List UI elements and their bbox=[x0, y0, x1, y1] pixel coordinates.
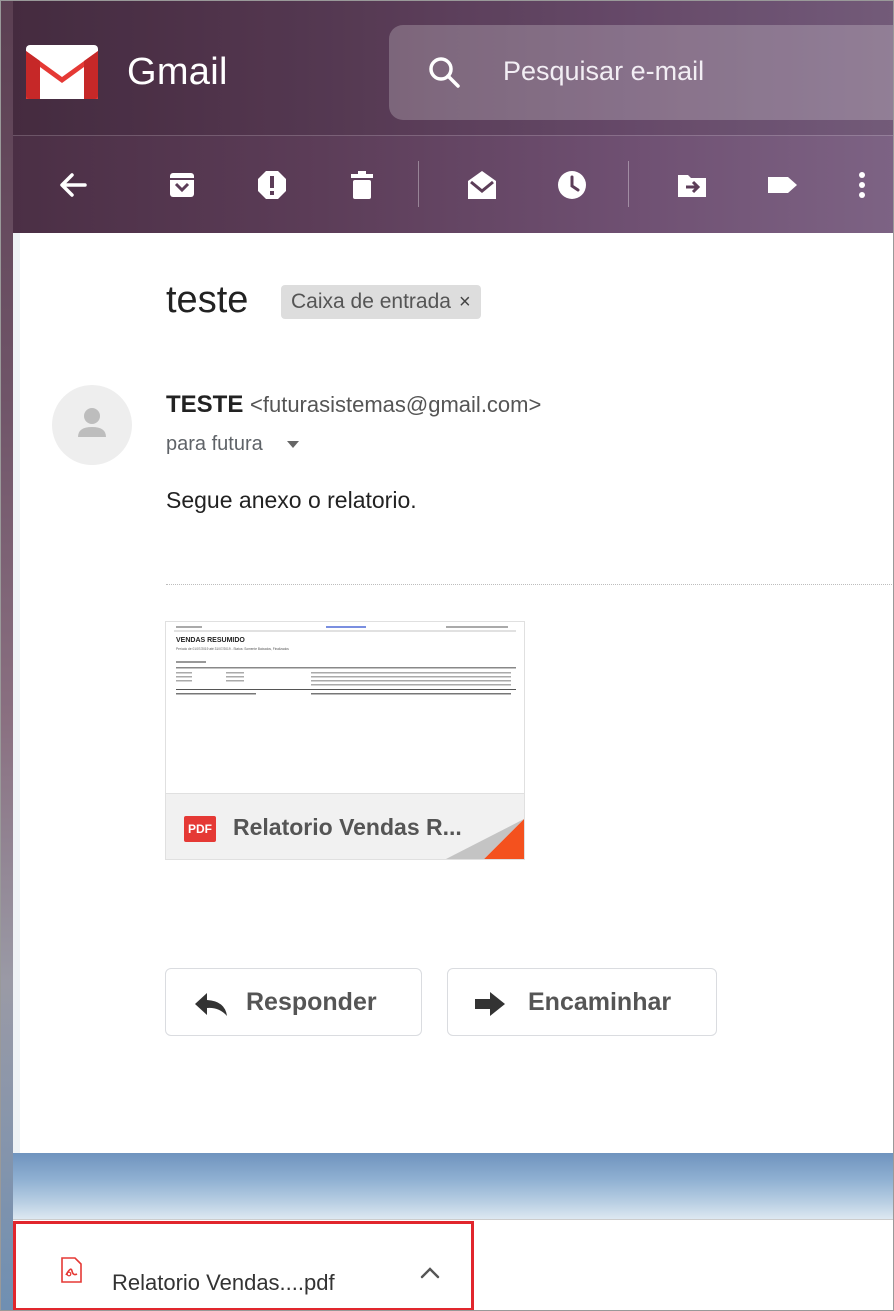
label-chip-text: Caixa de entrada bbox=[291, 290, 451, 313]
search-icon[interactable] bbox=[427, 55, 461, 89]
search-bar[interactable]: Pesquisar e-mail bbox=[389, 25, 893, 120]
remove-label-icon[interactable]: × bbox=[459, 291, 471, 313]
search-input[interactable]: Pesquisar e-mail bbox=[503, 56, 704, 87]
delete-icon[interactable] bbox=[344, 167, 380, 203]
gmail-brand[interactable]: Gmail bbox=[127, 51, 228, 94]
background-strip bbox=[1, 1, 13, 1310]
reply-button[interactable]: Responder bbox=[165, 968, 422, 1036]
label-icon[interactable] bbox=[764, 167, 800, 203]
email-body: Segue anexo o relatorio. bbox=[166, 487, 417, 513]
preview-heading: VENDAS RESUMIDO bbox=[176, 637, 245, 644]
gmail-logo-icon[interactable] bbox=[26, 45, 98, 99]
reply-label: Responder bbox=[246, 988, 377, 1016]
attachment-footer[interactable]: PDF Relatorio Vendas R... bbox=[166, 794, 524, 859]
mark-unread-icon[interactable] bbox=[464, 167, 500, 203]
forward-icon bbox=[475, 992, 505, 1016]
pdf-icon: PDF bbox=[184, 816, 216, 842]
show-details-icon[interactable] bbox=[286, 441, 299, 449]
email-subject: teste bbox=[166, 279, 249, 321]
recipient-text: para futura bbox=[166, 433, 263, 455]
attachment-card[interactable]: VENDAS RESUMIDO Período de 01/07/2019 at… bbox=[165, 621, 525, 860]
sender-email: <futurasistemas@gmail.com> bbox=[250, 392, 542, 417]
snooze-icon[interactable] bbox=[554, 167, 590, 203]
page-fold-icon bbox=[446, 819, 524, 859]
reply-icon bbox=[195, 993, 227, 1016]
pdf-file-icon bbox=[61, 1257, 82, 1283]
gmail-header: Gmail Pesquisar e-mail bbox=[13, 1, 893, 233]
attachment-preview[interactable]: VENDAS RESUMIDO Período de 01/07/2019 at… bbox=[166, 622, 524, 794]
person-icon bbox=[78, 408, 106, 437]
sender-line: TESTE <futurasistemas@gmail.com> bbox=[166, 391, 541, 419]
chevron-up-icon[interactable] bbox=[419, 1264, 441, 1280]
download-filename[interactable]: Relatorio Vendas....pdf bbox=[112, 1270, 335, 1296]
move-to-icon[interactable] bbox=[674, 167, 710, 203]
forward-label: Encaminhar bbox=[528, 988, 672, 1016]
browser-window: Gmail Pesquisar e-mail teste Caixa de en… bbox=[0, 0, 894, 1311]
report-spam-icon[interactable] bbox=[254, 167, 290, 203]
background-scenery bbox=[13, 1153, 893, 1219]
attachment-filename[interactable]: Relatorio Vendas R... bbox=[233, 814, 462, 841]
message-card: teste Caixa de entrada × TESTE <futurasis… bbox=[20, 233, 893, 1153]
label-chip-inbox[interactable]: Caixa de entrada × bbox=[281, 285, 481, 319]
sender-name[interactable]: TESTE bbox=[166, 391, 243, 418]
attachment-divider bbox=[166, 584, 893, 585]
forward-button[interactable]: Encaminhar bbox=[447, 968, 717, 1036]
preview-subheading: Período de 01/07/2019 até 31/07/2019 - S… bbox=[176, 647, 289, 651]
recipient-line[interactable]: para futura bbox=[166, 433, 299, 456]
archive-icon[interactable] bbox=[164, 167, 200, 203]
back-arrow-icon[interactable] bbox=[55, 167, 91, 203]
more-options-icon[interactable] bbox=[844, 167, 880, 203]
download-item[interactable]: Relatorio Vendas....pdf bbox=[13, 1221, 474, 1310]
avatar[interactable] bbox=[52, 385, 132, 465]
download-bar: Relatorio Vendas....pdf bbox=[13, 1219, 893, 1310]
